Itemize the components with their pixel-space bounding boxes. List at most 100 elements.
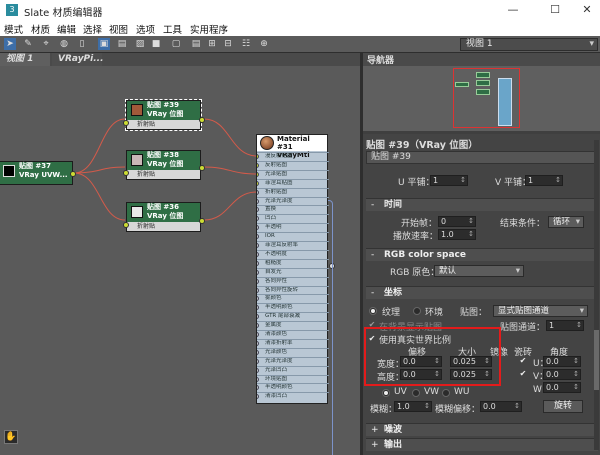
panel-scrollbar[interactable] <box>594 140 599 450</box>
delete-icon[interactable]: ▯ <box>76 38 88 50</box>
maximize-button[interactable]: ☐ <box>540 1 570 19</box>
node-map-39[interactable]: 贴图 #39 VRay 位图 折射贴 <box>123 99 205 131</box>
move-children-icon[interactable]: ▢ <box>170 38 182 50</box>
menu-utilities[interactable]: 实用程序 <box>190 22 228 36</box>
material-slot[interactable]: 反射贴图 <box>257 160 329 169</box>
pan-hand-icon[interactable]: ✋ <box>4 430 18 444</box>
blur-field[interactable]: 1.0 <box>394 401 432 412</box>
node-map-36[interactable]: 贴图 #36 VRay 位图 折射贴 <box>123 202 205 232</box>
material-slot-dot[interactable] <box>257 287 259 293</box>
w-angle-field[interactable]: 0.0 <box>543 382 581 393</box>
material-preview-icon[interactable]: ▨ <box>134 38 146 50</box>
v-tile-checkbox[interactable]: ✔ <box>519 370 527 378</box>
material-slot-dot[interactable] <box>257 189 259 195</box>
menu-edit[interactable]: 编辑 <box>57 22 76 36</box>
material-slot[interactable]: 清漆凹凸 <box>257 392 329 400</box>
node-input-dot[interactable] <box>123 222 129 228</box>
material-slot[interactable]: 光泽凹凸 <box>257 365 329 374</box>
material-slot-dot[interactable] <box>257 385 259 391</box>
hide-slots-icon[interactable]: ▤ <box>190 38 202 50</box>
black-preview-icon[interactable]: ■ <box>150 38 162 50</box>
material-slot[interactable]: 金属度 <box>257 321 329 329</box>
material-slot[interactable]: 雾颜色 <box>257 294 329 302</box>
tab-view-1[interactable]: 视图 1 <box>0 53 50 66</box>
select-by-material-icon[interactable]: ⊕ <box>258 38 270 50</box>
material-slot[interactable]: 清漆折射率 <box>257 338 329 347</box>
node-input-dot[interactable] <box>123 120 129 126</box>
material-slot[interactable]: 折射贴图 <box>257 187 329 196</box>
node-map-38[interactable]: 贴图 #38 VRay 位图 折射贴 <box>123 150 205 180</box>
node-map-37[interactable]: 贴图 #37 VRay UVW... <box>0 161 76 185</box>
close-button[interactable]: ✕ <box>572 1 600 19</box>
vw-radio[interactable] <box>412 389 420 397</box>
material-slot-dot[interactable] <box>257 216 259 222</box>
u-angle-field[interactable]: 0.0 <box>543 356 581 367</box>
eyedropper-icon[interactable]: ✎ <box>22 38 34 50</box>
wu-radio[interactable] <box>442 389 450 397</box>
rotate-button[interactable]: 旋转 <box>543 400 583 413</box>
map-channel-field[interactable]: 1 <box>546 320 584 331</box>
material-slot-dot[interactable] <box>257 171 259 177</box>
v-angle-field[interactable]: 0.0 <box>543 369 581 380</box>
u-tile-checkbox[interactable]: ✔ <box>519 357 527 365</box>
material-slot-dot[interactable] <box>257 278 259 284</box>
material-slot-dot[interactable] <box>257 243 259 248</box>
environ-radio[interactable] <box>413 307 421 315</box>
material-slot[interactable]: GTR 尾部衰减 <box>257 312 329 320</box>
material-slot[interactable]: 凹凸 <box>257 214 329 222</box>
panel-scrollbar-thumb[interactable] <box>594 330 599 390</box>
end-condition-dropdown[interactable]: 循环 <box>548 216 584 228</box>
material-slot-dot[interactable] <box>257 376 259 382</box>
show-background-icon[interactable]: ▤ <box>116 38 128 50</box>
layout-children-icon[interactable]: ⊟ <box>222 38 234 50</box>
section-output[interactable]: + 输出 <box>366 438 598 451</box>
menu-select[interactable]: 选择 <box>83 22 102 36</box>
navigator-view[interactable] <box>363 66 600 131</box>
material-slot[interactable]: 光泽光泽度 <box>257 196 329 205</box>
node-material-31[interactable]: Material #31 VRayMtl 漫反射贴图 反射贴图 光泽贴图 菲涅耳贴图折… <box>256 134 335 404</box>
material-slot-dot[interactable] <box>257 305 259 311</box>
pick-material-icon[interactable]: ⌖ <box>40 38 52 50</box>
node-output-dot[interactable] <box>199 117 205 123</box>
node-canvas[interactable]: 贴图 #37 VRay UVW... 贴图 #39 VRay 位图 折射贴 贴图… <box>0 66 360 455</box>
material-slot-dot[interactable] <box>257 180 259 186</box>
menu-view[interactable]: 视图 <box>109 22 128 36</box>
material-slot-dot[interactable] <box>257 260 259 266</box>
material-slot-dot[interactable] <box>257 154 259 159</box>
node-input-dot[interactable] <box>123 170 129 176</box>
start-frame-field[interactable]: 0 <box>438 216 476 227</box>
material-slot-dot[interactable] <box>257 162 259 168</box>
blur-offset-field[interactable]: 0.0 <box>480 401 522 412</box>
menu-options[interactable]: 选项 <box>136 22 155 36</box>
assign-material-icon[interactable]: ◍ <box>58 38 70 50</box>
material-slot-dot[interactable] <box>257 349 259 355</box>
node-output-dot[interactable] <box>199 165 205 171</box>
select-tool-icon[interactable]: ➤ <box>4 38 16 50</box>
material-slot-dot[interactable] <box>257 314 259 320</box>
material-slot[interactable]: 光泽贴图 <box>257 169 329 178</box>
material-slot-dot[interactable] <box>257 323 259 329</box>
node-output-dot[interactable] <box>70 171 76 177</box>
section-coordinates[interactable]: - 坐标 <box>366 286 598 299</box>
material-slot-dot[interactable] <box>257 367 259 373</box>
material-slot[interactable]: 各向异性旋转 <box>257 285 329 294</box>
material-slot[interactable]: 自发光 <box>257 267 329 276</box>
material-slot[interactable]: 菲涅耳贴图 <box>257 178 329 187</box>
menu-material[interactable]: 材质 <box>31 22 50 36</box>
material-slot-dot[interactable] <box>257 207 259 213</box>
material-slot[interactable]: IOR <box>257 232 329 240</box>
u-tiling-field[interactable]: 1 <box>430 175 468 186</box>
material-slot-dot[interactable] <box>257 296 259 302</box>
menu-tools[interactable]: 工具 <box>163 22 182 36</box>
material-slot[interactable]: 半透明 <box>257 223 329 231</box>
layout-all-icon[interactable]: ⊞ <box>206 38 218 50</box>
section-noise[interactable]: + 噪波 <box>366 423 598 436</box>
material-slot-dot[interactable] <box>257 340 259 346</box>
material-slot[interactable]: 置换 <box>257 205 329 213</box>
map-name-field[interactable]: 贴图 #39 <box>366 151 598 164</box>
material-slot-dot[interactable] <box>257 198 259 204</box>
section-rgb-color-space[interactable]: - RGB color space <box>366 248 598 261</box>
material-slot[interactable]: 各向异性 <box>257 276 329 285</box>
uv-radio[interactable] <box>382 389 390 397</box>
minimize-button[interactable]: — <box>498 1 528 19</box>
